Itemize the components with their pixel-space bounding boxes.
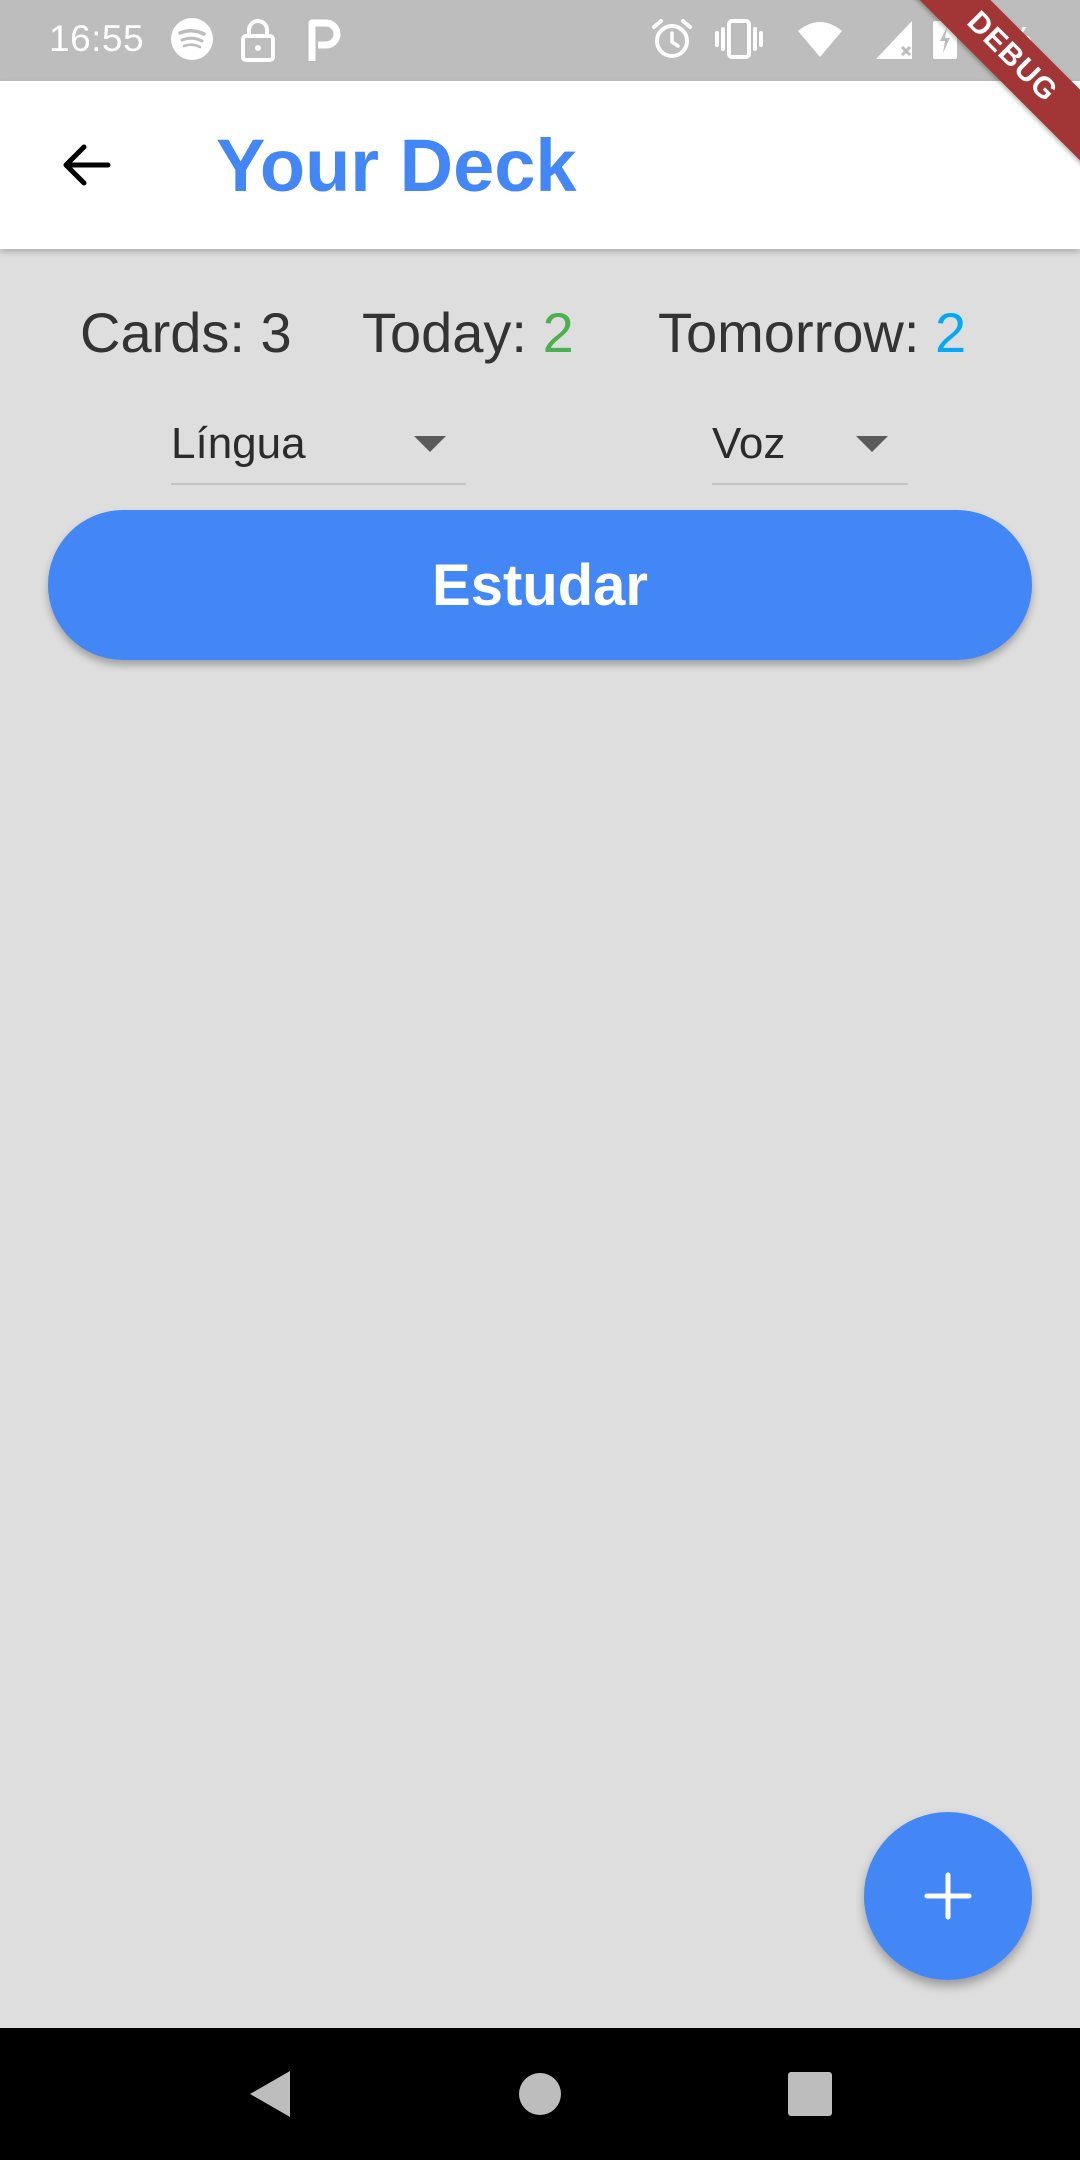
status-bar: 16:55	[0, 0, 1080, 81]
plus-icon	[924, 1872, 972, 1920]
voice-dropdown-value: Voz	[712, 419, 786, 468]
today-count: Today: 2	[362, 300, 574, 365]
back-button[interactable]	[44, 123, 128, 207]
study-button[interactable]: Estudar	[48, 510, 1032, 660]
lock-icon	[238, 17, 278, 68]
cards-count: Cards: 3	[80, 300, 292, 365]
nav-back-button[interactable]	[240, 2064, 300, 2124]
language-dropdown[interactable]: Língua	[171, 405, 466, 485]
today-value: 2	[542, 301, 574, 364]
status-time: 16:55	[49, 18, 145, 59]
back-triangle-icon	[250, 2071, 290, 2117]
today-label: Today:	[362, 301, 527, 364]
home-circle-icon	[519, 2073, 561, 2115]
voice-dropdown[interactable]: Voz	[712, 405, 908, 485]
deck-stats: Cards: 3 Today: 2 Tomorrow: 2	[0, 300, 1080, 370]
nav-recents-button[interactable]	[780, 2064, 840, 2124]
wifi-icon	[796, 17, 844, 66]
vibrate-icon	[714, 17, 764, 66]
p-icon	[306, 17, 342, 68]
spotify-icon	[170, 17, 214, 66]
tomorrow-count: Tomorrow: 2	[658, 300, 966, 365]
tomorrow-value: 2	[934, 301, 967, 364]
signal-icon	[874, 17, 916, 66]
cards-value: 3	[260, 301, 292, 364]
add-card-button[interactable]	[864, 1812, 1032, 1980]
language-dropdown-value: Língua	[171, 419, 306, 468]
system-nav-bar	[0, 2028, 1080, 2160]
cards-label: Cards:	[80, 301, 245, 364]
tomorrow-label: Tomorrow:	[658, 301, 920, 364]
dropdown-arrow-icon	[414, 436, 446, 452]
recents-square-icon	[788, 2072, 832, 2116]
alarm-icon	[650, 17, 694, 66]
app-bar: Your Deck	[0, 81, 1080, 249]
nav-home-button[interactable]	[510, 2064, 570, 2124]
dropdown-arrow-icon	[856, 436, 888, 452]
arrow-back-icon	[63, 144, 111, 186]
page-title: Your Deck	[216, 124, 577, 207]
